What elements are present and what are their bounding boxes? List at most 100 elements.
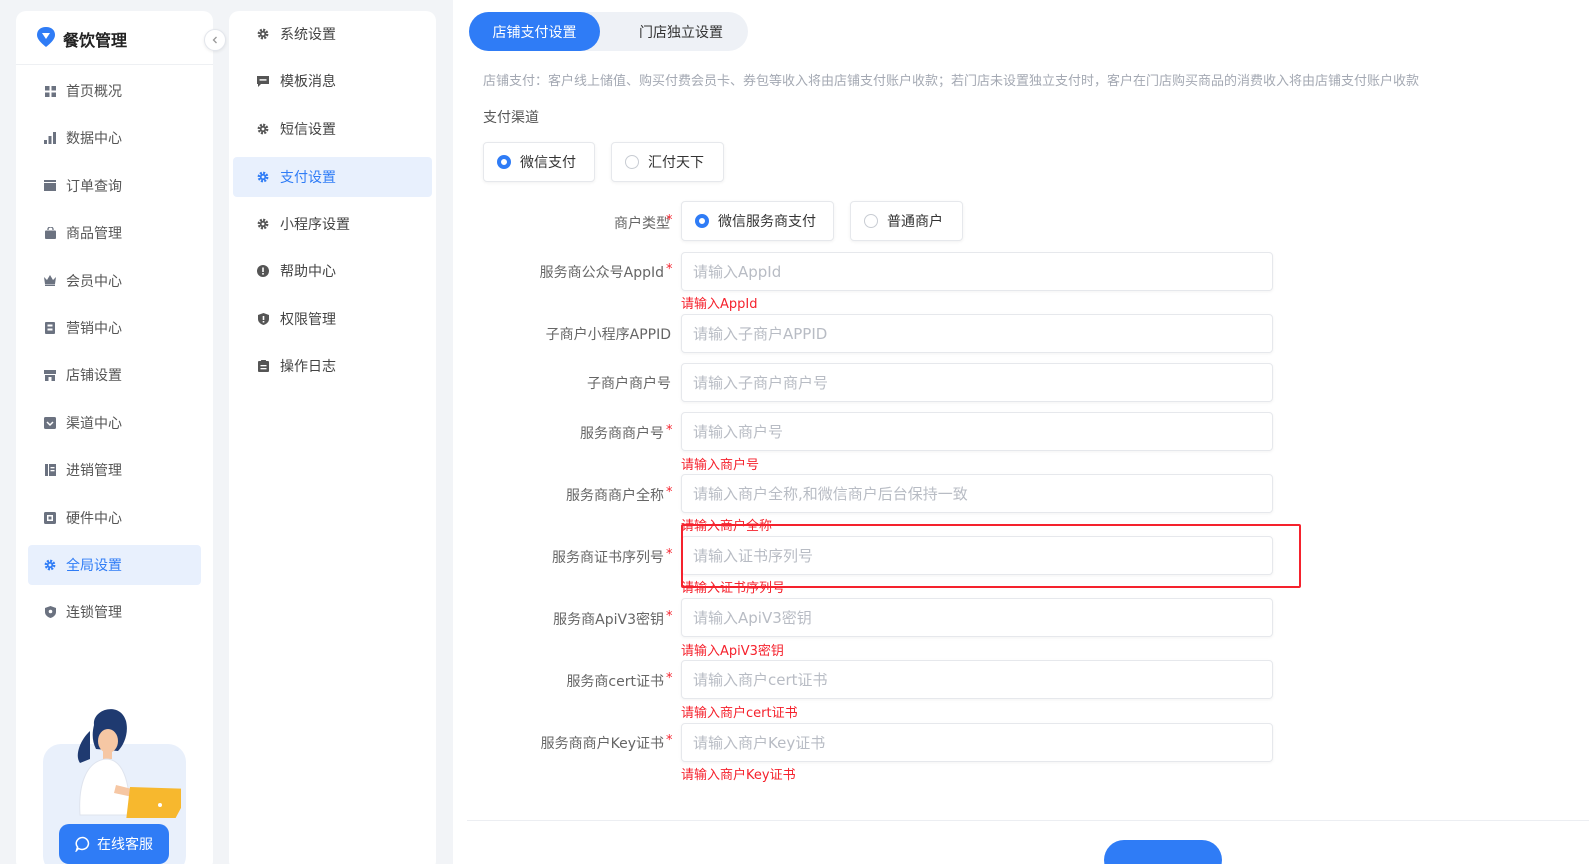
- hardware-icon: [44, 511, 56, 524]
- radio-label: 微信服务商支付: [718, 214, 816, 230]
- order-icon: [44, 180, 56, 192]
- submenu-item-label: 操作日志: [280, 359, 336, 375]
- chat-bubble-icon: [75, 836, 91, 852]
- payment-channel-label: 支付渠道: [483, 110, 539, 126]
- cert-serial-error: 请输入证书序列号: [681, 581, 786, 596]
- required-mark: *: [666, 262, 673, 277]
- sidebar-item-inventory[interactable]: 进销管理: [28, 450, 201, 490]
- submenu-item-label: 权限管理: [280, 312, 336, 328]
- merchant-name-input[interactable]: [681, 474, 1273, 513]
- required-mark: *: [666, 671, 673, 686]
- merchant-id-input[interactable]: [681, 412, 1273, 451]
- sidebar-item-label: 数据中心: [66, 131, 122, 148]
- submenu-item-sms[interactable]: 短信设置: [233, 109, 432, 149]
- submenu-item-help[interactable]: 帮助中心: [233, 251, 432, 291]
- sidebar-item-label: 店铺设置: [66, 368, 122, 385]
- sidebar: 餐饮管理 首页概况 数据中心 订单查询 商品管理 会员中心 营销中心 店铺设置 …: [16, 11, 226, 864]
- gear-icon: [257, 171, 269, 183]
- chevron-left-icon: [212, 36, 217, 44]
- key-file-input[interactable]: [681, 723, 1273, 762]
- field-label-merchant-name: 服务商商户全称: [566, 488, 664, 504]
- sidebar-item-channels[interactable]: 渠道中心: [28, 403, 201, 443]
- required-mark: *: [666, 547, 673, 562]
- sub-appid-input[interactable]: [681, 314, 1273, 353]
- radio-label: 汇付天下: [648, 155, 704, 171]
- sidebar-item-label: 全局设置: [66, 557, 122, 574]
- tab-branch-independent[interactable]: 门店独立设置: [614, 12, 748, 51]
- radio-wechat-pay[interactable]: 微信支付: [483, 142, 595, 182]
- apiv3-key-input[interactable]: [681, 598, 1273, 637]
- customer-service-illustration: [77, 709, 181, 818]
- field-label-cert-file: 服务商cert证书: [566, 674, 664, 690]
- sidebar-item-overview[interactable]: 首页概况: [28, 71, 201, 111]
- merchant-name-error: 请输入商户全称: [681, 519, 773, 534]
- required-mark: *: [666, 213, 673, 228]
- log-icon: [257, 360, 269, 372]
- store-icon: [44, 369, 56, 381]
- sidebar-item-label: 商品管理: [66, 226, 122, 243]
- merchant-id-error: 请输入商户号: [681, 458, 760, 473]
- merchant-type-label: 商户类型: [614, 216, 670, 232]
- sidebar-item-label: 订单查询: [66, 178, 122, 195]
- radio-huifu[interactable]: 汇付天下: [611, 142, 724, 182]
- submenu-item-mini-program[interactable]: 小程序设置: [233, 204, 432, 244]
- required-mark: *: [666, 733, 673, 748]
- sidebar-item-chain[interactable]: 连锁管理: [28, 592, 201, 632]
- save-button[interactable]: [1104, 840, 1222, 864]
- chain-icon: [44, 606, 56, 619]
- appid-input[interactable]: [681, 252, 1273, 291]
- sidebar-item-label: 渠道中心: [66, 415, 122, 432]
- apiv3-key-error: 请输入ApiV3密钥: [681, 644, 784, 659]
- main-panel: 店铺支付设置 门店独立设置 店铺支付：客户线上储值、购买付费会员卡、券包等收入将…: [453, 0, 1589, 864]
- gear-icon: [44, 559, 56, 571]
- online-service-button[interactable]: 在线客服: [59, 824, 169, 864]
- radio-wechat-service-provider[interactable]: 微信服务商支付: [681, 201, 834, 241]
- sidebar-item-label: 连锁管理: [66, 605, 122, 622]
- cert-serial-input[interactable]: [681, 536, 1273, 575]
- sidebar-item-marketing[interactable]: 营销中心: [28, 308, 201, 348]
- sidebar-item-store-settings[interactable]: 店铺设置: [28, 355, 201, 395]
- settings-tabs: 店铺支付设置 门店独立设置: [469, 12, 748, 51]
- radio-checked-icon: [497, 155, 511, 169]
- crown-icon: [44, 275, 56, 287]
- radio-unchecked-icon: [864, 214, 878, 228]
- sidebar-item-hardware[interactable]: 硬件中心: [28, 498, 201, 538]
- submenu-item-operation-log[interactable]: 操作日志: [233, 346, 432, 386]
- required-mark: *: [666, 423, 673, 438]
- brand-logo-icon: [37, 27, 55, 47]
- radio-label: 普通商户: [887, 214, 943, 230]
- sidebar-item-products[interactable]: 商品管理: [28, 213, 201, 253]
- cert-file-error: 请输入商户cert证书: [681, 706, 798, 721]
- payment-description: 店铺支付：客户线上储值、购买付费会员卡、券包等收入将由店铺支付账户收款；若门店未…: [483, 74, 1420, 89]
- submenu-item-template-message[interactable]: 模板消息: [233, 61, 432, 101]
- radio-normal-merchant[interactable]: 普通商户: [850, 201, 963, 241]
- field-label-sub-appid: 子商户小程序APPID: [545, 327, 671, 343]
- bag-icon: [44, 227, 56, 240]
- field-label-sub-merchant-id: 子商户商户号: [587, 376, 671, 392]
- submenu-item-permissions[interactable]: 权限管理: [233, 299, 432, 339]
- field-label-cert-serial: 服务商证书序列号: [552, 550, 664, 566]
- channel-icon: [44, 416, 56, 429]
- required-mark: *: [666, 485, 673, 500]
- submenu-item-label: 系统设置: [280, 27, 336, 43]
- sidebar-item-label: 首页概况: [66, 84, 122, 100]
- gear-icon: [257, 123, 269, 135]
- message-icon: [257, 75, 269, 87]
- field-label-key-file: 服务商商户Key证书: [540, 736, 664, 752]
- online-service-label: 在线客服: [97, 837, 153, 853]
- shield-icon: [257, 313, 269, 325]
- submenu-item-payment[interactable]: 支付设置: [233, 157, 432, 197]
- sidebar-item-members[interactable]: 会员中心: [28, 261, 201, 301]
- collapse-sidebar-button[interactable]: [204, 29, 226, 51]
- submenu-item-system[interactable]: 系统设置: [233, 14, 432, 54]
- tab-store-payment[interactable]: 店铺支付设置: [469, 12, 600, 51]
- submenu-item-label: 帮助中心: [280, 264, 336, 280]
- sidebar-item-data[interactable]: 数据中心: [28, 118, 201, 158]
- main-nav: 首页概况 数据中心 订单查询 商品管理 会员中心 营销中心 店铺设置 渠道中心: [28, 71, 201, 640]
- sidebar-item-global-settings[interactable]: 全局设置: [28, 544, 201, 585]
- cert-file-input[interactable]: [681, 660, 1273, 699]
- sidebar-item-orders[interactable]: 订单查询: [28, 166, 201, 206]
- appid-error: 请输入AppId: [681, 297, 758, 312]
- sub-merchant-id-input[interactable]: [681, 363, 1273, 402]
- app-title: 餐饮管理: [63, 31, 128, 50]
